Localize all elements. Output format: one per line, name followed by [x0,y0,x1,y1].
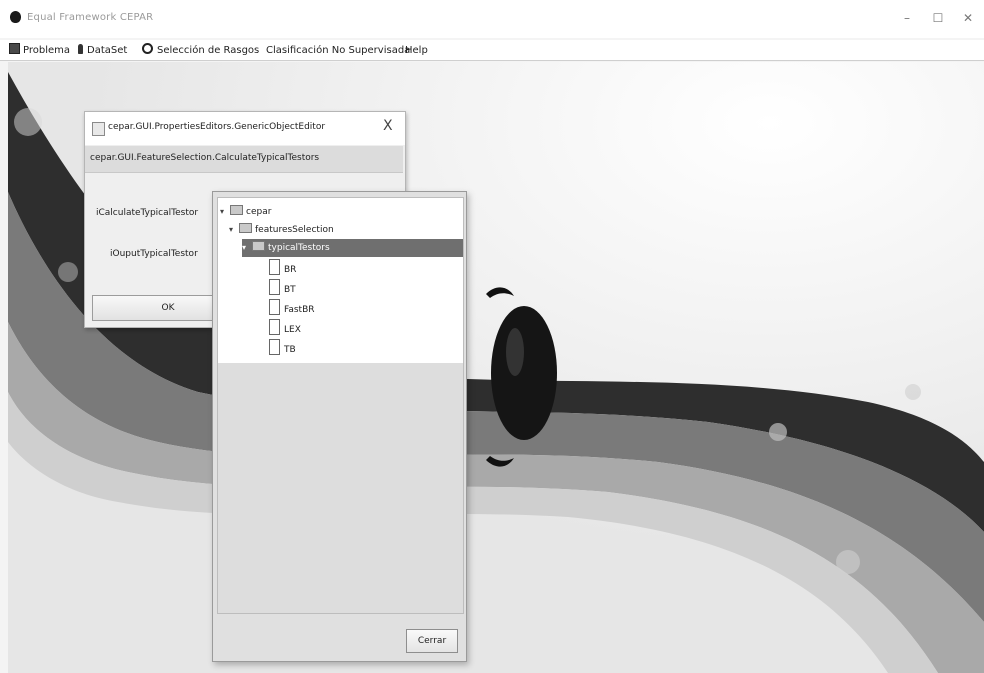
dialog-title: cepar.GUI.PropertiesEditors.GenericObjec… [108,122,326,132]
app-logo-icon [10,11,21,23]
tree-node-featuresselection[interactable]: ▾ featuresSelection [229,221,460,239]
problem-icon [9,43,20,54]
expand-toggle-icon[interactable]: ▾ [220,203,229,221]
file-icon [269,259,280,275]
tree-node-label: LEX [284,325,301,335]
folder-icon [239,223,252,233]
cerrar-button[interactable]: Cerrar [406,629,458,653]
tree-leaf-tb[interactable]: TB [269,339,449,357]
tree-node-label: BT [284,285,296,295]
title-bar: Equal Framework CEPAR – ☐ ✕ [0,0,984,38]
tree-node-label: TB [284,345,296,355]
tree-leaf-fastbr[interactable]: FastBR [269,299,449,317]
class-tree: ▾ cepar ▾ featuresSelection ▾ typicalTestor… [217,197,464,614]
menu-problema-label: Problema [23,45,71,56]
menu-problema[interactable]: Problema [9,43,70,59]
tree-node-cepar[interactable]: ▾ cepar [220,203,460,221]
property-label: iOuputTypicalTestor [110,249,198,259]
menu-clasificacion[interactable]: Clasificación No Supervisada [266,43,410,59]
property-label: iCalculateTypicalTestor [96,208,199,218]
gear-icon [142,43,153,54]
tree-node-label: FastBR [284,305,315,315]
class-name-header: cepar.GUI.FeatureSelection.CalculateTypi… [85,146,403,173]
tree-leaf-br[interactable]: BR [269,259,449,277]
tree-node-label: cepar [246,207,272,217]
file-icon [269,339,280,355]
maximize-button[interactable]: ☐ [928,9,948,27]
menu-help[interactable]: Help [405,43,428,59]
expand-toggle-icon[interactable]: ▾ [242,239,251,257]
expand-toggle-icon[interactable]: ▾ [229,221,238,239]
java-window-icon [92,122,105,136]
menu-clasificacion-label: Clasificación No Supervisada [266,45,411,56]
class-tree-popup: ▾ cepar ▾ featuresSelection ▾ typicalTestor… [212,191,467,662]
file-icon [269,319,280,335]
tree-leaf-bt[interactable]: BT [269,279,449,297]
menu-bar: Problema DataSet Selección de Rasgos Cla… [0,40,984,61]
close-window-button[interactable]: ✕ [958,9,978,27]
tree-node-label: BR [284,265,297,275]
dataset-icon [78,44,83,54]
minimize-button[interactable]: – [897,9,917,27]
menu-seleccion-rasgos[interactable]: Selección de Rasgos [142,43,259,59]
file-icon [269,279,280,295]
menu-seleccion-label: Selección de Rasgos [157,45,260,56]
tree-node-label: typicalTestors [268,243,330,253]
dialog-close-button[interactable]: X [383,118,393,134]
dialog-title-bar: cepar.GUI.PropertiesEditors.GenericObjec… [85,112,405,145]
window-title: Equal Framework CEPAR [27,12,154,23]
menu-help-label: Help [405,45,428,56]
file-icon [269,299,280,315]
menu-dataset-label: DataSet [87,45,128,56]
class-name-label: cepar.GUI.FeatureSelection.CalculateTypi… [90,153,320,163]
menu-dataset[interactable]: DataSet [78,43,127,59]
tree-node-label: featuresSelection [255,225,334,235]
app-window: Equal Framework CEPAR – ☐ ✕ Problema Dat… [0,0,984,673]
folder-icon [230,205,243,215]
folder-icon [252,241,265,251]
tree-leaf-lex[interactable]: LEX [269,319,449,337]
tree-node-typicaltestors[interactable]: ▾ typicalTestors [242,239,463,257]
